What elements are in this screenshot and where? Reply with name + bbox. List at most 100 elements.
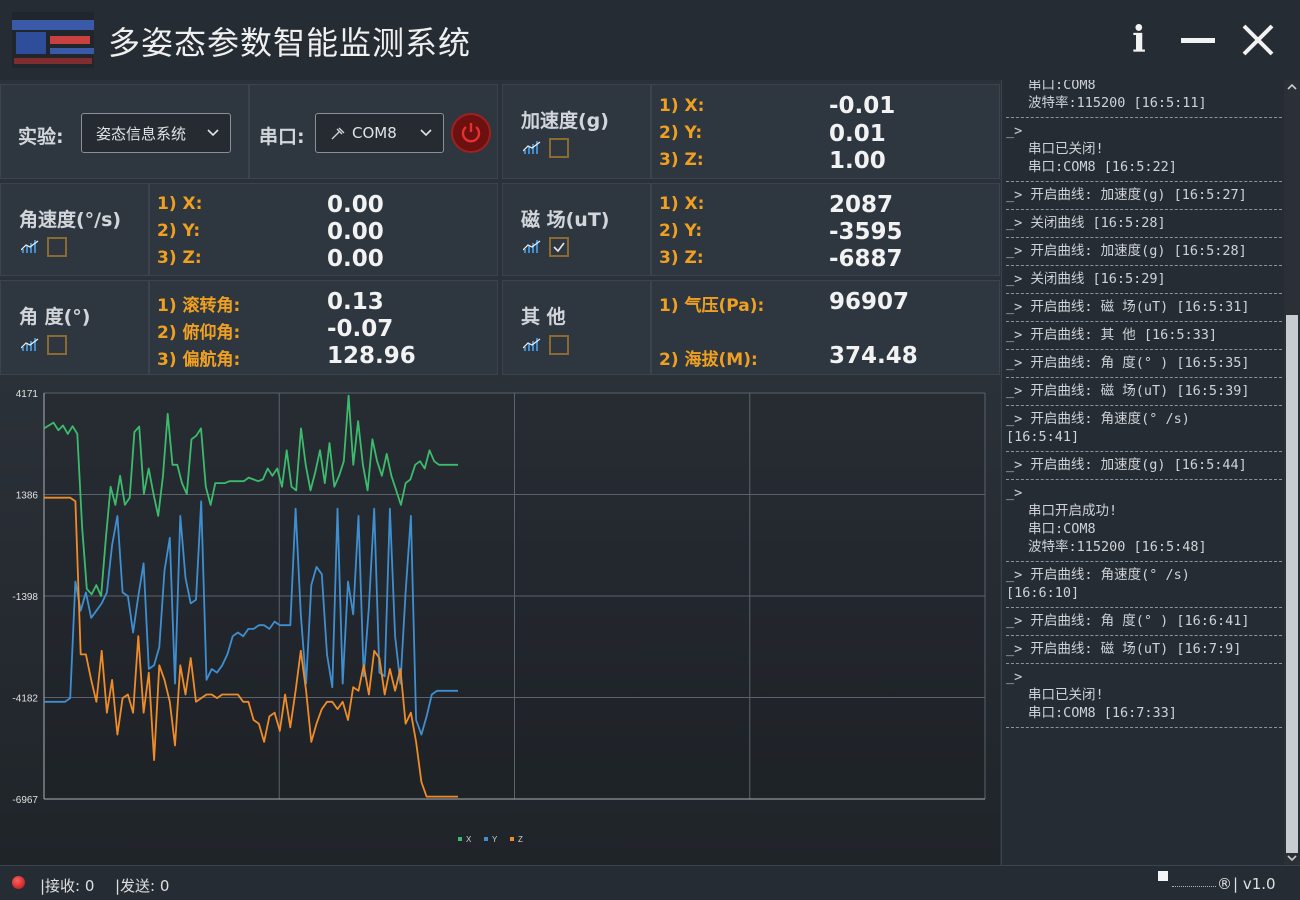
minimize-button[interactable] xyxy=(1176,18,1220,62)
connection-status-icon xyxy=(12,876,25,889)
scroll-thumb[interactable] xyxy=(1286,315,1298,853)
legend-label: Y xyxy=(492,835,498,844)
chart-signal-icon xyxy=(523,141,541,154)
y-tick-label: -4182 xyxy=(12,693,38,704)
roll-value: 0.13 xyxy=(327,289,384,315)
angle-curve-checkbox[interactable] xyxy=(47,335,67,355)
log-entry-head: _> 开启曲线: 角 度(° ) [16:5:35] xyxy=(1006,355,1250,371)
mag-label: 磁 场(uT) xyxy=(521,209,610,231)
app-logo xyxy=(12,12,94,68)
minimize-icon xyxy=(1181,37,1215,43)
pitch-value: -0.07 xyxy=(327,316,394,342)
mag-curve-checkbox[interactable] xyxy=(549,237,569,257)
log-entry: _> 开启曲线: 加速度(g) [16:5:44] xyxy=(1006,452,1282,480)
mag-z-value: -6887 xyxy=(829,246,903,272)
gyro-panel: 角速度(°/s) 1) X: 2) Y: 3) Z: 0.00 0.00 0.0… xyxy=(0,183,498,276)
y-tick-label: -1398 xyxy=(12,592,38,603)
close-button[interactable] xyxy=(1236,18,1280,62)
log-entry-head: _> xyxy=(1006,123,1023,139)
log-scrollbar[interactable] xyxy=(1284,80,1300,865)
accel-panel: 加速度(g) 1) X: 2) Y: 3) Z: -0.01 0.01 1.00 xyxy=(502,84,1000,179)
accel-label: 加速度(g) xyxy=(521,110,609,132)
log-entry-line: 串口:COM8 xyxy=(1028,80,1096,93)
other-label: 其 他 xyxy=(521,306,566,328)
log-entry-head: _> 开启曲线: 角 度(° ) [16:6:41] xyxy=(1006,613,1250,629)
pressure-key: 1) 气压(Pa): xyxy=(659,296,765,316)
angle-panel: 角 度(°) 1) 滚转角: 2) 俯仰角: 3) 偏航角: 0.13 -0.0… xyxy=(0,280,498,375)
gyro-z-key: 3) Z: xyxy=(157,248,202,268)
port-select[interactable]: COM8 xyxy=(315,113,444,153)
brand-mark xyxy=(1172,879,1216,887)
gyro-label: 角速度(°/s) xyxy=(19,209,122,231)
gyro-x-key: 1) X: xyxy=(157,194,203,214)
log-entry-line: 串口:COM8 xyxy=(1028,521,1096,537)
control-panel: 实验: 姿态信息系统 串口: COM8 xyxy=(0,84,498,179)
accel-x-value: -0.01 xyxy=(829,93,896,119)
plug-icon xyxy=(331,127,345,140)
mag-x-value: 2087 xyxy=(829,192,894,218)
log-entry-head: _> 开启曲线: 磁 场(uT) [16:5:31] xyxy=(1006,299,1250,315)
log-entry-line: 串口已关闭! xyxy=(1028,687,1104,703)
accel-curve-checkbox[interactable] xyxy=(549,138,569,158)
yaw-value: 128.96 xyxy=(327,343,416,369)
info-icon: i xyxy=(1132,19,1146,61)
log-entry-head: _> 开启曲线: 加速度(g) [16:5:44] xyxy=(1006,457,1247,473)
chart-signal-icon xyxy=(523,338,541,351)
status-bar: |接收: 0 |发送: 0 ® | v1.0 xyxy=(0,865,1300,900)
gyro-z-value: 0.00 xyxy=(327,246,384,272)
experiment-select[interactable]: 姿态信息系统 xyxy=(81,113,231,153)
log-list: 串口:COM8 波特率:115200 [16:5:11] _> 串口已关闭! 串口:CO… xyxy=(1006,80,1282,728)
curve-chart: 4171 1386 -1398 -4182 -6967 X Y Z xyxy=(0,378,1000,865)
other-curve-checkbox[interactable] xyxy=(549,335,569,355)
log-entry: _> 开启曲线: 加速度(g) [16:5:27] xyxy=(1006,182,1282,210)
log-entry: _> 串口开启成功! 串口:COM8 波特率:115200 [16:5:48] xyxy=(1006,480,1282,562)
gyro-curve-checkbox[interactable] xyxy=(47,237,67,257)
info-button[interactable]: i xyxy=(1117,18,1161,62)
accel-y-key: 2) Y: xyxy=(659,123,703,143)
log-entry-head: _> 开启曲线: 角速度(° /s) xyxy=(1006,411,1190,427)
mag-y-value: -3595 xyxy=(829,219,903,245)
scroll-up-icon[interactable] xyxy=(1287,82,1297,92)
chevron-down-icon xyxy=(420,129,432,137)
experiment-value: 姿态信息系统 xyxy=(96,124,187,143)
brand-registered: ® xyxy=(1217,875,1232,893)
app-version: | v1.0 xyxy=(1233,875,1276,893)
log-entry-head: _> xyxy=(1006,669,1023,685)
legend-label: X xyxy=(466,835,472,844)
brand-logo xyxy=(1158,871,1168,881)
log-entry-head: _> xyxy=(1006,485,1023,501)
y-tick-label: 4171 xyxy=(16,389,39,400)
accel-z-value: 1.00 xyxy=(829,148,886,174)
log-entry-line: 波特率:115200 [16:5:11] xyxy=(1028,95,1207,111)
log-entry: _> 开启曲线: 加速度(g) [16:5:28] xyxy=(1006,238,1282,266)
y-tick-label: -6967 xyxy=(12,795,38,806)
pitch-key: 2) 俯仰角: xyxy=(157,323,241,343)
log-entry-head: _> 开启曲线: 磁 场(uT) [16:5:39] xyxy=(1006,383,1250,399)
log-entry-head: _> 开启曲线: 磁 场(uT) [16:7:9] xyxy=(1006,641,1242,657)
roll-key: 1) 滚转角: xyxy=(157,296,241,316)
title-bar: 多姿态参数智能监测系统 i xyxy=(0,0,1300,80)
log-entry: _> 开启曲线: 磁 场(uT) [16:7:9] xyxy=(1006,636,1282,664)
scroll-down-icon[interactable] xyxy=(1287,853,1297,863)
log-entry-line: 串口已关闭! xyxy=(1028,141,1104,157)
log-entry: _> 开启曲线: 角速度(° /s) [16:6:10] xyxy=(1006,562,1282,608)
mag-y-key: 2) Y: xyxy=(659,221,703,241)
log-entry-head: _> 关闭曲线 [16:5:28] xyxy=(1006,215,1166,231)
log-entry-line: 波特率:115200 [16:5:48] xyxy=(1028,539,1207,555)
log-entry: _> 串口已关闭! 串口:COM8 [16:5:22] xyxy=(1006,118,1282,182)
power-button[interactable] xyxy=(451,113,491,153)
log-entry-time: [16:6:10] xyxy=(1006,585,1080,601)
y-tick-label: 1386 xyxy=(16,491,39,502)
log-entry: _> 开启曲线: 磁 场(uT) [16:5:39] xyxy=(1006,378,1282,406)
log-entry-line: 串口开启成功! xyxy=(1028,503,1118,519)
legend-swatch xyxy=(484,837,488,841)
log-entry: _> 关闭曲线 [16:5:29] xyxy=(1006,266,1282,294)
log-entry-head: _> 开启曲线: 加速度(g) [16:5:27] xyxy=(1006,187,1247,203)
receive-count: |接收: 0 xyxy=(40,877,95,895)
gyro-y-key: 2) Y: xyxy=(157,221,201,241)
experiment-label: 实验: xyxy=(18,126,64,148)
mag-x-key: 1) X: xyxy=(659,194,705,214)
log-entry: _> 开启曲线: 角 度(° ) [16:6:41] xyxy=(1006,608,1282,636)
chevron-down-icon xyxy=(207,129,219,137)
gyro-y-value: 0.00 xyxy=(327,219,384,245)
